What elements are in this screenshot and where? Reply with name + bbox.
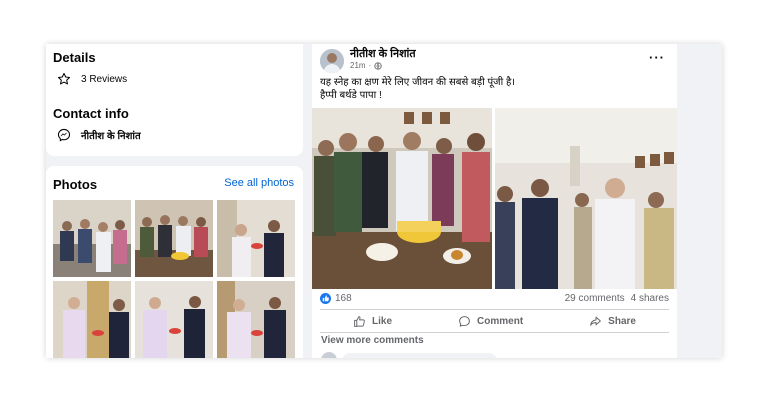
divider: [320, 332, 669, 333]
messenger-icon: [57, 128, 71, 142]
post-photo-left[interactable]: [312, 108, 677, 289]
photo-thumbnail[interactable]: [53, 200, 131, 277]
photo-thumbnail[interactable]: [217, 281, 295, 358]
post-stats: 168 29 comments 4 shares: [320, 293, 669, 307]
like-reaction-icon: [320, 293, 331, 304]
greeting-image: [217, 200, 295, 277]
comment-preview[interactable]: [342, 353, 497, 358]
share-icon: [590, 316, 602, 326]
like-button[interactable]: Like: [353, 311, 392, 331]
greeting-image: [217, 281, 295, 358]
contact-info-heading: Contact info: [53, 106, 129, 121]
right-gutter: [677, 44, 722, 358]
avatar-image: [320, 49, 344, 73]
commenter-avatar: [321, 352, 337, 358]
greeting-image: [135, 281, 213, 358]
thumbs-up-icon: [354, 315, 365, 327]
comment-icon: [459, 315, 470, 327]
reaction-summary[interactable]: 168: [320, 293, 352, 304]
photo-thumbnail[interactable]: [53, 281, 131, 358]
messenger-name: नीतीश के निशांत: [81, 131, 141, 142]
comments-count[interactable]: 29 comments: [565, 293, 625, 304]
group-photo-image: [53, 200, 131, 277]
post-card: नीतीश के निशांत 21m · ··· यह स्नेह का क्…: [312, 44, 677, 358]
see-all-photos-link[interactable]: See all photos: [224, 177, 294, 189]
comment-label: Comment: [477, 315, 524, 327]
post-text-line: हैप्पी बर्थडे पापा !: [320, 90, 382, 101]
post-images: [312, 108, 677, 289]
post-time[interactable]: 21m: [350, 61, 366, 70]
messenger-row[interactable]: नीतीश के निशांत: [57, 128, 141, 142]
star-icon: [57, 72, 71, 85]
view-more-comments-link[interactable]: View more comments: [321, 335, 424, 346]
likes-count: 168: [335, 293, 352, 304]
photos-heading: Photos: [53, 177, 98, 192]
intro-card: Details 3 Reviews Contact info नीतीश के …: [46, 44, 303, 156]
reviews-row[interactable]: 3 Reviews: [57, 72, 127, 86]
details-heading: Details: [53, 50, 96, 65]
dot-separator: ·: [368, 61, 372, 70]
share-label: Share: [608, 315, 636, 327]
photo-thumbnail[interactable]: [217, 200, 295, 277]
more-options-icon[interactable]: ···: [649, 50, 665, 65]
like-label: Like: [372, 315, 393, 327]
photo-thumbnail[interactable]: [135, 281, 213, 358]
post-text-line: यह स्नेह का क्षण मेरे लिए जीवन की सबसे ब…: [320, 77, 516, 88]
shares-count[interactable]: 4 shares: [631, 293, 669, 304]
comment-button[interactable]: Comment: [458, 311, 523, 331]
post-text: यह स्नेह का क्षण मेरे लिए जीवन की सबसे ब…: [320, 76, 515, 102]
post-actions: Like Comment Share: [320, 311, 669, 331]
author-avatar[interactable]: [320, 49, 344, 73]
post-author-name[interactable]: नीतीश के निशांत: [350, 46, 416, 61]
facebook-page-frame: Details 3 Reviews Contact info नीतीश के …: [46, 44, 722, 358]
post-meta: 21m ·: [350, 61, 382, 70]
photos-card: Photos See all photos: [46, 166, 303, 358]
cake-cutting-image: [135, 200, 213, 277]
photo-grid: [53, 200, 295, 358]
greeting-image: [53, 281, 131, 358]
divider: [320, 309, 669, 310]
globe-icon: [374, 61, 382, 70]
reviews-count: 3 Reviews: [81, 73, 128, 85]
engagement-counts: 29 comments 4 shares: [565, 293, 669, 304]
share-button[interactable]: Share: [589, 311, 636, 331]
photo-thumbnail[interactable]: [135, 200, 213, 277]
